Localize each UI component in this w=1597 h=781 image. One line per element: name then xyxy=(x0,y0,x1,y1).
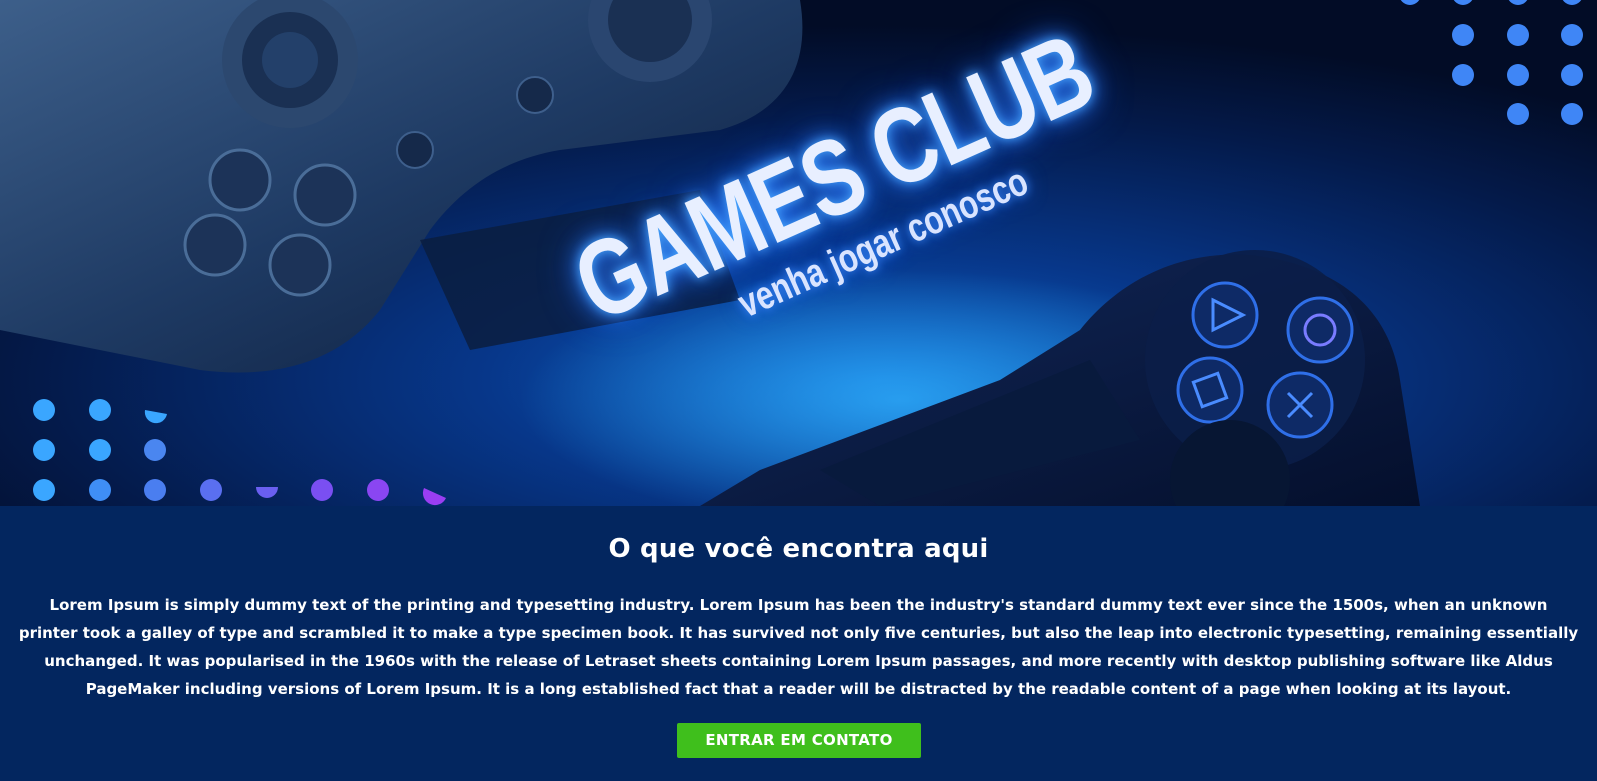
contact-button[interactable]: ENTRAR EM CONTATO xyxy=(677,723,921,758)
hero-banner: GAMES CLUB venha jogar conosco xyxy=(0,0,1597,506)
section-heading: O que você encontra aqui xyxy=(608,534,989,564)
about-section: O que você encontra aqui Lorem Ipsum is … xyxy=(0,506,1597,781)
section-body-text: Lorem Ipsum is simply dummy text of the … xyxy=(18,596,1579,698)
page: GAMES CLUB venha jogar conosco O que voc… xyxy=(0,0,1597,781)
